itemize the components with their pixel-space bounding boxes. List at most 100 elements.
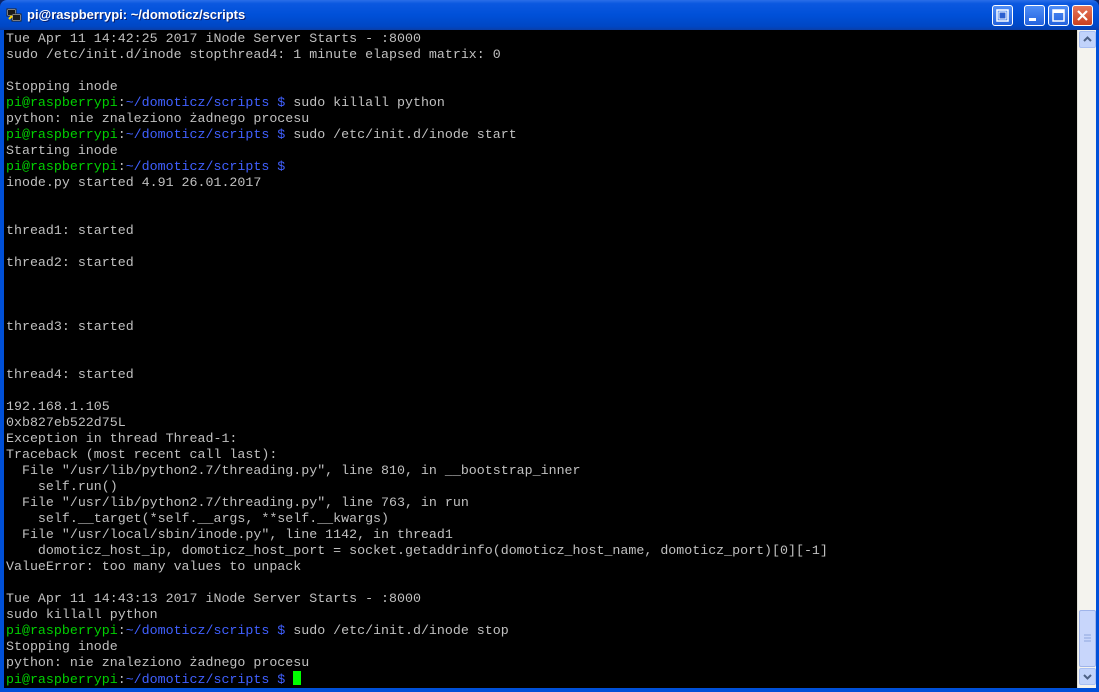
line-text [285, 159, 293, 174]
output-line: ValueError: too many values to unpack [6, 559, 828, 575]
line-text: sudo /etc/init.d/inode start [285, 127, 517, 142]
grip-icon [1084, 634, 1091, 642]
prompt-line: pi@raspberrypi:~/domoticz/scripts $ sudo… [6, 623, 828, 639]
line-text: ValueError: too many values to unpack [6, 559, 302, 574]
prompt-line: pi@raspberrypi:~/domoticz/scripts $ [6, 671, 828, 687]
terminal-window: pi@raspberrypi: ~/domoticz/scripts Tue A… [0, 0, 1099, 692]
chevron-down-icon [1083, 674, 1092, 680]
prompt-separator: : [117, 127, 126, 142]
scroll-thumb[interactable] [1079, 610, 1096, 667]
line-text: domoticz_host_ip, domoticz_host_port = s… [6, 543, 828, 558]
output-line: 192.168.1.105 [6, 399, 828, 415]
maximize-button[interactable] [1048, 5, 1069, 26]
line-text: sudo /etc/init.d/inode stop [285, 623, 509, 638]
prompt-path: ~/domoticz/scripts $ [125, 95, 286, 110]
terminal-cursor [293, 671, 302, 685]
output-line: Tue Apr 11 14:42:25 2017 iNode Server St… [6, 31, 828, 47]
output-line: File "/usr/local/sbin/inode.py", line 11… [6, 527, 828, 543]
prompt-user: pi@raspberrypi [6, 672, 118, 687]
line-text: python: nie znaleziono żadnego procesu [6, 111, 310, 126]
window-frame-bottom [0, 688, 1099, 692]
prompt-path: ~/domoticz/scripts $ [125, 159, 286, 174]
line-text: Stopping inode [6, 79, 118, 94]
close-button[interactable] [1072, 5, 1093, 26]
window-title: pi@raspberrypi: ~/domoticz/scripts [27, 7, 246, 22]
output-line: self.run() [6, 479, 828, 495]
output-line: inode.py started 4.91 26.01.2017 [6, 175, 828, 191]
scroll-down-button[interactable] [1079, 668, 1096, 685]
prompt-path: ~/domoticz/scripts $ [125, 672, 286, 687]
prompt-user: pi@raspberrypi [6, 159, 118, 174]
line-text: sudo killall python [285, 95, 445, 110]
output-line: Tue Apr 11 14:43:13 2017 iNode Server St… [6, 591, 828, 607]
line-text: thread2: started [6, 255, 134, 270]
prompt-separator: : [117, 95, 126, 110]
output-line: File "/usr/lib/python2.7/threading.py", … [6, 495, 828, 511]
output-line: File "/usr/lib/python2.7/threading.py", … [6, 463, 828, 479]
line-text: thread4: started [6, 367, 134, 382]
prompt-separator: : [117, 672, 126, 687]
output-line: thread2: started [6, 255, 828, 271]
output-line: sudo killall python [6, 607, 828, 623]
output-line: Traceback (most recent call last): [6, 447, 828, 463]
line-text: thread3: started [6, 319, 134, 334]
prompt-separator: : [117, 159, 126, 174]
close-icon [1077, 10, 1088, 21]
line-text [285, 672, 293, 687]
line-text: Stopping inode [6, 639, 118, 654]
line-text: File "/usr/lib/python2.7/threading.py", … [6, 463, 581, 478]
prompt-user: pi@raspberrypi [6, 95, 118, 110]
line-text: sudo /etc/init.d/inode stopthread4: 1 mi… [6, 47, 501, 62]
line-text: Starting inode [6, 143, 118, 158]
minimize-button[interactable] [1024, 5, 1045, 26]
line-text: Tue Apr 11 14:43:13 2017 iNode Server St… [6, 591, 421, 606]
output-line: thread4: started [6, 367, 828, 383]
output-line: Exception in thread Thread-1: [6, 431, 828, 447]
prompt-separator: : [117, 623, 126, 638]
line-text: Exception in thread Thread-1: [6, 431, 238, 446]
title-bar[interactable]: pi@raspberrypi: ~/domoticz/scripts [0, 0, 1099, 30]
output-line: sudo /etc/init.d/inode stopthread4: 1 mi… [6, 47, 828, 63]
output-line: Stopping inode [6, 79, 828, 95]
output-line: thread1: started [6, 223, 828, 239]
line-text: sudo killall python [6, 607, 158, 622]
prompt-line: pi@raspberrypi:~/domoticz/scripts $ [6, 159, 828, 175]
vertical-scrollbar[interactable] [1077, 30, 1096, 688]
prompt-line: pi@raspberrypi:~/domoticz/scripts $ sudo… [6, 95, 828, 111]
output-line: domoticz_host_ip, domoticz_host_port = s… [6, 543, 828, 559]
maximize-icon [1052, 9, 1065, 22]
putty-icon[interactable] [6, 7, 22, 23]
prompt-user: pi@raspberrypi [6, 127, 118, 142]
line-text: 0xb827eb522d75L [6, 415, 126, 430]
line-text: python: nie znaleziono żadnego procesu [6, 655, 310, 670]
line-text: File "/usr/local/sbin/inode.py", line 11… [6, 527, 453, 542]
scroll-up-button[interactable] [1079, 31, 1096, 48]
line-text: self.__target(*self.__args, **self.__kwa… [6, 511, 390, 526]
output-line: Stopping inode [6, 639, 828, 655]
minimize-icon [1029, 18, 1036, 21]
prompt-user: pi@raspberrypi [6, 623, 118, 638]
output-line: python: nie znaleziono żadnego procesu [6, 111, 828, 127]
line-text: 192.168.1.105 [6, 399, 110, 414]
output-line: python: nie znaleziono żadnego procesu [6, 655, 828, 671]
prompt-line: pi@raspberrypi:~/domoticz/scripts $ sudo… [6, 127, 828, 143]
terminal-output[interactable]: Tue Apr 11 14:42:25 2017 iNode Server St… [4, 30, 1077, 688]
line-text: File "/usr/lib/python2.7/threading.py", … [6, 495, 469, 510]
prompt-path: ~/domoticz/scripts $ [125, 623, 286, 638]
output-line: self.__target(*self.__args, **self.__kwa… [6, 511, 828, 527]
window-menu-icon[interactable] [992, 5, 1013, 26]
output-line: 0xb827eb522d75L [6, 415, 828, 431]
line-text: inode.py started 4.91 26.01.2017 [6, 175, 262, 190]
output-line: Starting inode [6, 143, 828, 159]
line-text: Tue Apr 11 14:42:25 2017 iNode Server St… [6, 31, 421, 46]
output-line: thread3: started [6, 319, 828, 335]
